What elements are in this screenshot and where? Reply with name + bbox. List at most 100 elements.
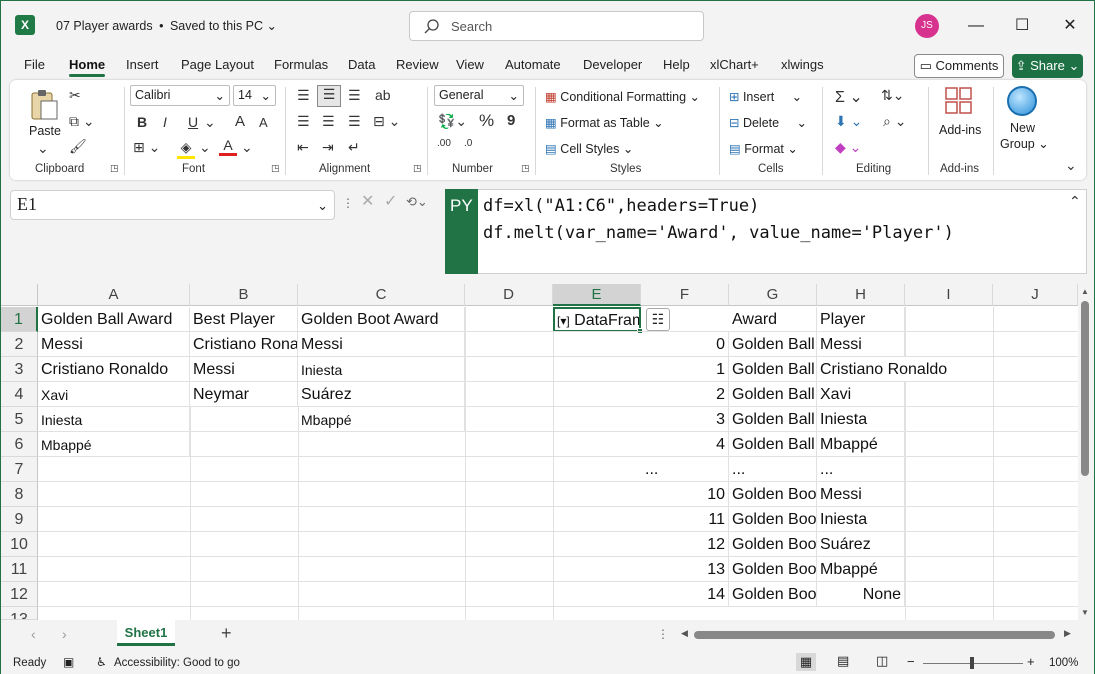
percent-button[interactable]: % [479,111,494,131]
new-group-line1[interactable]: New [1010,121,1035,135]
align-right-icon[interactable]: ☰ [348,113,361,130]
zoom-out-button[interactable]: − [907,654,915,669]
cell-c1[interactable]: Golden Boot Award [298,307,465,332]
column-header-d[interactable]: D [465,284,553,306]
orientation-icon[interactable]: ab [375,87,391,103]
row-header-9[interactable]: 9 [1,507,38,532]
cut-icon[interactable]: ✂ [69,87,81,104]
cell-f10[interactable]: 12 [641,532,729,557]
cell-g7[interactable]: ... [729,457,817,482]
cell-h12[interactable]: None [817,582,905,607]
autosum-icon[interactable]: Σ ⌄ [835,87,863,107]
comments-button[interactable]: ▭ Comments [914,54,1004,78]
column-header-f[interactable]: F [641,284,729,306]
tab-help[interactable]: Help [663,57,690,72]
merge-center-icon[interactable]: ⊟ ⌄ [373,113,400,130]
sheet-tab-sheet1[interactable]: Sheet1 [117,620,175,646]
cell-g10[interactable]: Golden Boot Award [729,532,817,557]
addins-button[interactable]: Add-ins [939,123,981,137]
python-output-card-icon[interactable]: ☷ [646,308,670,331]
format-as-table-button[interactable]: ▦ Format as Table ⌄ [545,115,664,130]
italic-button[interactable]: I [163,114,167,130]
cell-a6[interactable]: Mbappé [38,432,190,457]
cell-g9[interactable]: Golden Boot Award [729,507,817,532]
share-button[interactable]: ⇪ Share ⌄ [1012,54,1083,78]
dialog-launcher-icon[interactable]: ◳ [521,163,530,174]
comma-style-button[interactable]: 9 [507,112,515,129]
cell-g2[interactable]: Golden Ball Award [729,332,817,357]
cell-a2[interactable]: Messi [38,332,190,357]
row-header-5[interactable]: 5 [1,407,38,432]
vertical-scroll-thumb[interactable] [1081,301,1089,476]
row-header-2[interactable]: 2 [1,332,38,357]
cell-h11[interactable]: Mbappé [817,557,905,582]
font-color-icon[interactable]: A [219,137,237,156]
cell-f12[interactable]: 14 [641,582,729,607]
cell-h8[interactable]: Messi [817,482,905,507]
cell-f5[interactable]: 3 [641,407,729,432]
column-header-h[interactable]: H [817,284,905,306]
cell-f6[interactable]: 4 [641,432,729,457]
page-break-view-icon[interactable]: ◫ [876,653,888,669]
cell-g8[interactable]: Golden Boot Award [729,482,817,507]
cell-b1[interactable]: Best Player [190,307,298,332]
cell-f9[interactable]: 11 [641,507,729,532]
row-header-8[interactable]: 8 [1,482,38,507]
tab-developer[interactable]: Developer [583,57,642,72]
cancel-icon[interactable]: ✕ [361,191,374,211]
align-center-icon[interactable]: ☰ [322,113,335,130]
row-header-1[interactable]: 1 [1,307,38,332]
font-size-select[interactable]: 14 ⌄ [233,85,276,106]
tab-page-layout[interactable]: Page Layout [181,57,254,72]
cell-f4[interactable]: 2 [641,382,729,407]
dialog-launcher-icon[interactable]: ◳ [271,163,280,174]
decrease-indent-icon[interactable]: ⇤ [297,139,309,156]
tab-formulas[interactable]: Formulas [274,57,328,72]
cell-h5[interactable]: Iniesta [817,407,905,432]
delete-cells-button[interactable]: ⊟ Delete ⌄ [729,115,807,130]
font-family-select[interactable]: Calibri ⌄ [130,85,230,106]
normal-view-icon[interactable]: ▦ [796,653,816,671]
cell-f8[interactable]: 10 [641,482,729,507]
find-select-icon[interactable]: ⌕ ⌄ [883,113,906,130]
collapse-formula-icon[interactable]: ⌃ [1069,193,1081,210]
cell-c2[interactable]: Messi [298,332,465,357]
cell-f2[interactable]: 0 [641,332,729,357]
horizontal-scroll-thumb[interactable] [694,631,1055,639]
dialog-launcher-icon[interactable]: ◳ [413,163,422,174]
row-header-11[interactable]: 11 [1,557,38,582]
row-header-13[interactable]: 13 [1,607,38,620]
chevron-down-icon[interactable]: ⌄ [199,139,211,156]
bold-button[interactable]: B [137,114,147,130]
avatar[interactable]: JS [915,14,939,38]
tab-xlchart[interactable]: xlChart+ [710,57,759,72]
number-format-select[interactable]: General ⌄ [434,85,524,106]
cell-a3[interactable]: Cristiano Ronaldo [38,357,190,382]
chevron-down-icon[interactable]: ⌄ [37,140,49,157]
format-cells-button[interactable]: ▤ Format ⌄ [729,141,798,156]
column-header-b[interactable]: B [190,284,298,306]
cell-h9[interactable]: Iniesta [817,507,905,532]
scroll-right-icon[interactable]: ▶ [1064,628,1071,639]
cell-g1[interactable]: Award [729,307,817,332]
underline-button[interactable]: U [188,114,198,130]
tab-file[interactable]: File [24,57,45,72]
cell-h4[interactable]: Xavi [817,382,905,407]
sort-filter-icon[interactable]: ⇅⌄ [881,87,904,104]
copy-icon[interactable]: ⧉ ⌄ [69,113,95,130]
fill-icon[interactable]: ⬇ ⌄ [835,113,862,130]
cell-c5[interactable]: Mbappé [298,407,465,432]
cell-b4[interactable]: Neymar [190,382,298,407]
row-header-6[interactable]: 6 [1,432,38,457]
cell-a1[interactable]: Golden Ball Award [38,307,190,332]
cell-h1[interactable]: Player [817,307,905,332]
more-sheets-icon[interactable]: ⋮ [657,627,669,641]
cell-h3[interactable]: Cristiano Ronaldo [817,357,993,382]
shrink-font-button[interactable]: A [259,115,268,130]
new-group-button[interactable]: Group ⌄ [1000,136,1049,151]
fill-color-icon[interactable]: ◈ [177,139,195,159]
align-top-icon[interactable]: ☰ [297,87,310,104]
cell-f7[interactable]: ... [641,457,729,482]
prev-sheet-icon[interactable]: ‹ [31,626,36,642]
next-sheet-icon[interactable]: › [62,626,67,642]
